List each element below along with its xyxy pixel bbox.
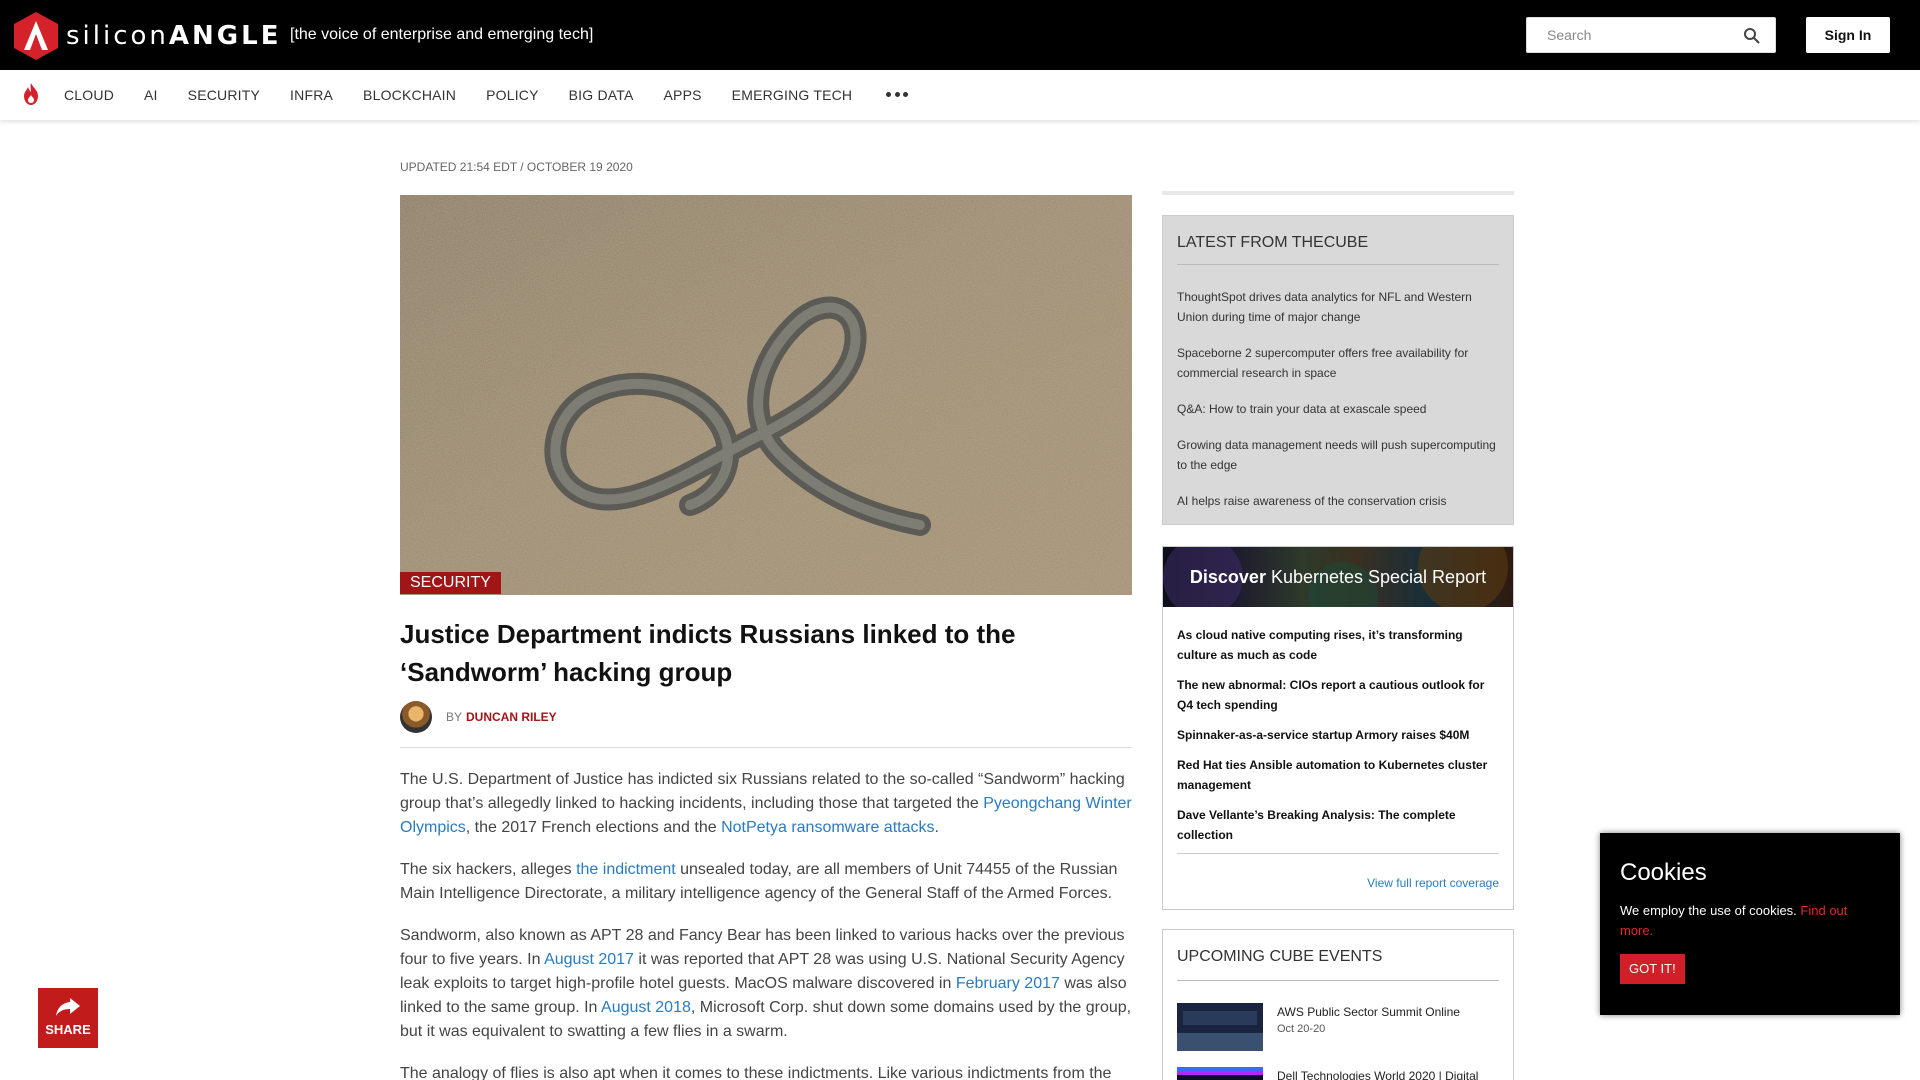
paragraph-3: Sandworm, also known as APT 28 and Fancy… [400, 924, 1136, 1044]
article-hero-image [400, 195, 1132, 595]
byline-divider [400, 747, 1132, 748]
event-row[interactable]: AWS Public Sector Summit Online Oct 20-2… [1177, 1003, 1503, 1053]
nav-item-emerging-tech[interactable]: EMERGING TECH [732, 87, 853, 103]
main-nav: CLOUD AI SECURITY INFRA BLOCKCHAIN POLIC… [0, 70, 1920, 120]
banner-rest: Kubernetes Special Report [1265, 567, 1487, 587]
nav-item-blockchain[interactable]: BLOCKCHAIN [363, 87, 456, 103]
article-title: Justice Department indicts Russians link… [400, 619, 1016, 687]
kube-item[interactable]: Spinnaker-as-a-service startup Armory ra… [1177, 725, 1503, 745]
kube-list: As cloud native computing rises, it’s tr… [1177, 625, 1503, 855]
logo-mark-icon [14, 12, 58, 60]
cookie-title: Cookies [1620, 859, 1707, 886]
logo-text: siliconANGLE [66, 21, 281, 51]
search-input[interactable] [1527, 18, 1727, 52]
event-row[interactable]: Dell Technologies World 2020 | Digital [1177, 1067, 1503, 1080]
event-thumbnail [1177, 1067, 1263, 1080]
nav-item-apps[interactable]: APPS [664, 87, 702, 103]
nav-item-policy[interactable]: POLICY [486, 87, 539, 103]
nav-item-ai[interactable]: AI [144, 87, 158, 103]
cube-heading-rule [1177, 264, 1499, 265]
top-header: siliconANGLE [the voice of enterprise an… [0, 0, 1920, 70]
kubernetes-banner[interactable]: Discover Kubernetes Special Report [1163, 547, 1513, 607]
event-thumbnail [1177, 1003, 1263, 1051]
logo-text-angle: ANGLE [168, 21, 282, 51]
kubernetes-banner-title: Discover Kubernetes Special Report [1163, 547, 1513, 607]
february-2017-link[interactable]: February 2017 [956, 975, 1060, 992]
more-dots-icon[interactable] [886, 92, 909, 98]
nav-item-cloud[interactable]: CLOUD [64, 87, 114, 103]
cube-list: ThoughtSpot drives data analytics for NF… [1177, 287, 1503, 527]
article-updated-date: UPDATED 21:54 EDT / OCTOBER 19 2020 [400, 160, 633, 174]
kube-item[interactable]: The new abnormal: CIOs report a cautious… [1177, 675, 1503, 715]
notpetya-link[interactable]: NotPetya ransomware attacks [721, 819, 934, 836]
cube-item[interactable]: AI helps raise awareness of the conserva… [1177, 491, 1503, 511]
august-2018-link[interactable]: August 2018 [601, 999, 691, 1016]
banner-bold: Discover [1189, 567, 1266, 587]
kube-list-rule [1177, 853, 1499, 854]
site-tagline: [the voice of enterprise and emerging te… [290, 26, 594, 43]
site-logo[interactable]: siliconANGLE [14, 12, 281, 60]
events-heading-rule [1177, 980, 1499, 981]
paragraph-2: The six hackers, alleges the indictment … [400, 858, 1136, 906]
cookie-text: We employ the use of cookies. Find out m… [1620, 901, 1882, 941]
sand-snake-image [400, 195, 1132, 595]
share-label: SHARE [45, 1022, 91, 1037]
nav-item-security[interactable]: SECURITY [188, 87, 260, 103]
kube-item[interactable]: Red Hat ties Ansible automation to Kuber… [1177, 755, 1503, 795]
by-label: BY [446, 710, 463, 724]
kube-item[interactable]: Dave Vellante’s Breaking Analysis: The c… [1177, 805, 1503, 845]
search-box[interactable] [1526, 17, 1776, 53]
kubernetes-report-box: Discover Kubernetes Special Report As cl… [1162, 546, 1514, 910]
nav-items: CLOUD AI SECURITY INFRA BLOCKCHAIN POLIC… [64, 70, 909, 120]
article-body: The U.S. Department of Justice has indic… [400, 768, 1136, 1080]
share-button[interactable]: SHARE [38, 988, 98, 1048]
event-date: Oct 20-20 [1277, 1023, 1326, 1035]
share-arrow-icon [56, 998, 80, 1016]
latest-from-thecube-box: LATEST FROM THECUBE ThoughtSpot drives d… [1162, 215, 1514, 525]
sidebar-top-rule [1162, 191, 1514, 195]
event-title: AWS Public Sector Summit Online [1277, 1005, 1460, 1019]
logo-text-silicon: silicon [66, 21, 169, 51]
p2-text-a: The six hackers, alleges [400, 861, 577, 878]
cube-item[interactable]: ThoughtSpot drives data analytics for NF… [1177, 287, 1503, 327]
p1-text-c: . [934, 819, 939, 836]
cookie-message: We employ the use of cookies. [1620, 903, 1801, 918]
paragraph-1: The U.S. Department of Justice has indic… [400, 768, 1136, 840]
event-title: Dell Technologies World 2020 | Digital [1277, 1069, 1479, 1080]
cube-item[interactable]: Spaceborne 2 supercomputer offers free a… [1177, 343, 1503, 383]
nav-item-big-data[interactable]: BIG DATA [569, 87, 634, 103]
avatar[interactable] [400, 701, 432, 733]
view-full-report-link[interactable]: View full report coverage [1367, 876, 1499, 890]
cube-heading: LATEST FROM THECUBE [1177, 234, 1369, 251]
fire-icon[interactable] [22, 83, 40, 105]
cookie-got-it-button[interactable]: GOT IT! [1620, 954, 1685, 984]
cube-item[interactable]: Q&A: How to train your data at exascale … [1177, 399, 1503, 419]
p1-text-b: , the 2017 French elections and the [465, 819, 722, 836]
author-name-link[interactable]: DUNCAN RILEY [466, 710, 557, 724]
category-tag[interactable]: SECURITY [400, 572, 501, 594]
indictment-link[interactable]: the indictment [576, 861, 676, 878]
nav-item-infra[interactable]: INFRA [290, 87, 333, 103]
sign-in-button[interactable]: Sign In [1806, 17, 1890, 53]
kube-item[interactable]: As cloud native computing rises, it’s tr… [1177, 625, 1503, 665]
author-byline: BY DUNCAN RILEY [400, 700, 557, 734]
upcoming-events-box: UPCOMING CUBE EVENTS AWS Public Sector S… [1162, 929, 1514, 1080]
cookie-popup: Cookies We employ the use of cookies. Fi… [1600, 833, 1900, 1015]
events-heading: UPCOMING CUBE EVENTS [1177, 948, 1383, 965]
paragraph-4: The analogy of flies is also apt when it… [400, 1065, 1112, 1080]
search-icon[interactable] [1743, 27, 1761, 45]
august-2017-link[interactable]: August 2017 [544, 951, 634, 968]
cube-item[interactable]: Growing data management needs will push … [1177, 435, 1503, 475]
